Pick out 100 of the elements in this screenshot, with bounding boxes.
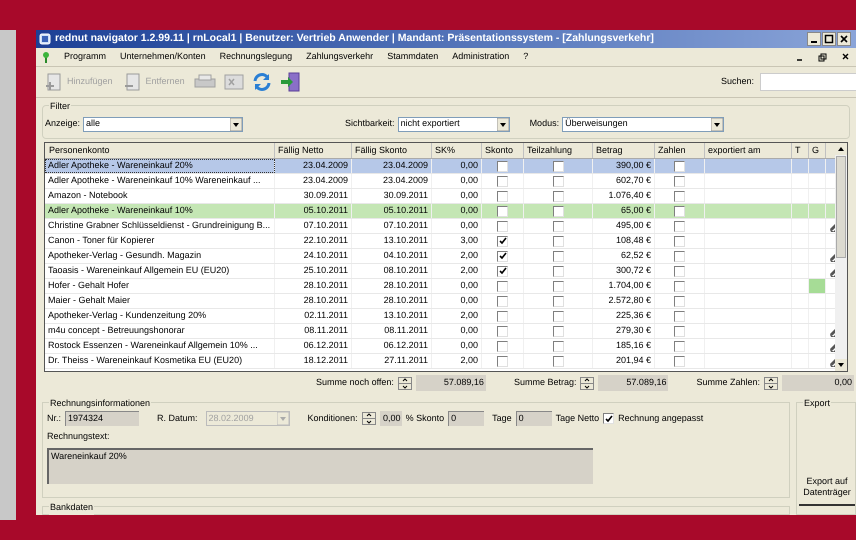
table-row[interactable]: m4u concept - Betreuungshonorar 08.11.2011 08.11.2011 0,00 279,30 € bbox=[45, 324, 835, 339]
table-row[interactable]: Adler Apotheke - Wareneinkauf 20% 23.04.2009 23.04.2009 0,00 390,00 € bbox=[45, 159, 835, 174]
checkbox[interactable] bbox=[674, 176, 685, 186]
dropdown[interactable]: alle bbox=[83, 116, 244, 132]
search-field[interactable] bbox=[760, 73, 856, 91]
days-field[interactable]: 0 bbox=[448, 411, 484, 426]
checkbox[interactable] bbox=[497, 340, 508, 352]
table-row[interactable]: Apotheker-Verlag - Kundenzeitung 20% 02.11.2011 13.10.2011 2,00 225,36 € bbox=[45, 309, 835, 324]
table-row[interactable]: Dr. Theiss - Wareneinkauf Kosmetika EU (EU20) 18.12.2011 27.11.2011 2,00 201,94 € bbox=[45, 354, 835, 369]
column-header[interactable]: Fällig Netto bbox=[275, 143, 352, 158]
spinner-icon[interactable] bbox=[580, 376, 594, 390]
close-icon[interactable] bbox=[841, 52, 850, 62]
spinner-icon[interactable] bbox=[398, 376, 412, 390]
table-row[interactable]: Hofer - Gehalt Hofer 28.10.2011 28.10.2011 0,00 1.704,00 € bbox=[45, 279, 835, 294]
spreadsheet-icon[interactable] bbox=[222, 72, 245, 92]
days-field[interactable]: 0 bbox=[516, 411, 552, 426]
checkbox[interactable] bbox=[674, 206, 685, 216]
checkbox[interactable] bbox=[552, 356, 564, 366]
table-row[interactable]: Rostock Essenzen - Wareneinkauf Allgemein 10% ... 06.12.2011 06.12.2011 0,00 185,16 € bbox=[45, 339, 835, 354]
column-header[interactable]: Betrag bbox=[593, 143, 655, 158]
checkbox[interactable] bbox=[674, 296, 685, 306]
dropdown-arrow-icon[interactable] bbox=[711, 118, 724, 130]
menu-item[interactable]: Rechnungslegung bbox=[220, 50, 292, 64]
column-header[interactable]: SK% bbox=[432, 143, 482, 158]
restore-icon[interactable] bbox=[818, 52, 827, 62]
checkbox[interactable] bbox=[552, 266, 564, 276]
column-header[interactable]: Teilzahlung bbox=[524, 143, 593, 158]
checkbox[interactable] bbox=[674, 236, 685, 246]
checkbox[interactable] bbox=[674, 160, 685, 172]
scrollbar[interactable] bbox=[835, 143, 847, 371]
checkbox[interactable] bbox=[674, 220, 685, 232]
column-header[interactable]: Fällig Skonto bbox=[352, 143, 432, 158]
checkbox[interactable] bbox=[552, 280, 564, 292]
checkbox[interactable] bbox=[497, 310, 508, 322]
checkbox[interactable] bbox=[674, 250, 685, 262]
checkbox[interactable] bbox=[497, 266, 508, 276]
checkbox[interactable] bbox=[674, 280, 685, 292]
checkbox[interactable] bbox=[497, 220, 508, 232]
checkbox[interactable] bbox=[497, 206, 508, 216]
checkbox[interactable] bbox=[497, 326, 508, 336]
exit-door-icon[interactable] bbox=[278, 71, 301, 93]
conditions-field[interactable]: 0,00 bbox=[380, 411, 402, 426]
checkbox[interactable] bbox=[497, 190, 508, 202]
column-header[interactable]: exportiert am bbox=[705, 143, 792, 158]
checkbox[interactable] bbox=[552, 236, 564, 246]
checkbox[interactable] bbox=[674, 190, 685, 202]
checkbox[interactable] bbox=[674, 266, 685, 276]
text-area[interactable]: Wareneinkauf 20% bbox=[47, 448, 593, 484]
table-row[interactable]: Adler Apotheke - Wareneinkauf 10% 05.10.2011 05.10.2011 0,00 65,00 € bbox=[45, 204, 835, 219]
checkbox[interactable] bbox=[552, 160, 564, 172]
checkbox[interactable] bbox=[497, 176, 508, 186]
table-row[interactable]: Apotheker-Verlag - Gesundh. Magazin 24.10.2011 04.10.2011 2,00 62,52 € bbox=[45, 249, 835, 264]
scroll-up-icon[interactable] bbox=[835, 143, 847, 155]
checkbox[interactable] bbox=[674, 340, 685, 352]
table-row[interactable]: Maier - Gehalt Maier 28.10.2011 28.10.2011 0,00 2.572,80 € bbox=[45, 294, 835, 309]
checkbox[interactable] bbox=[497, 356, 508, 366]
minimize-icon[interactable] bbox=[807, 32, 821, 46]
menu-item[interactable]: Zahlungsverkehr bbox=[306, 50, 374, 64]
checkbox[interactable] bbox=[552, 190, 564, 202]
table-row[interactable]: Amazon - Notebook 30.09.2011 30.09.2011 0,00 1.076,40 € bbox=[45, 189, 835, 204]
checkbox[interactable] bbox=[603, 413, 614, 424]
checkbox[interactable] bbox=[674, 326, 685, 336]
spinner-icon[interactable] bbox=[362, 412, 376, 425]
checkbox[interactable] bbox=[552, 326, 564, 336]
checkbox[interactable] bbox=[552, 220, 564, 232]
column-header[interactable]: Zahlen bbox=[655, 143, 705, 158]
table-row[interactable]: Canon - Toner für Kopierer 22.10.2011 13.10.2011 3,00 108,48 € bbox=[45, 234, 835, 249]
checkbox[interactable] bbox=[674, 310, 685, 322]
checkbox[interactable] bbox=[497, 236, 508, 246]
column-header[interactable]: T bbox=[792, 143, 809, 158]
column-header[interactable]: Skonto bbox=[482, 143, 524, 158]
table-row[interactable]: Taoasis - Wareneinkauf Allgemein EU (EU20) 25.10.2011 08.10.2011 2,00 300,72 € bbox=[45, 264, 835, 279]
checkbox[interactable] bbox=[497, 160, 508, 172]
refresh-icon[interactable] bbox=[250, 71, 273, 93]
dropdown[interactable]: Überweisungen bbox=[562, 116, 724, 132]
maximize-icon[interactable] bbox=[822, 32, 836, 46]
checkbox[interactable] bbox=[497, 296, 508, 306]
menu-item[interactable]: ? bbox=[523, 50, 528, 64]
table-row[interactable]: Christine Grabner Schlüsseldienst - Grundreinigung B... 07.10.2011 07.10.2011 0,00 495,00 € bbox=[45, 219, 835, 234]
checkbox[interactable] bbox=[552, 310, 564, 322]
checkbox[interactable] bbox=[497, 280, 508, 292]
number-field[interactable]: 1974324 bbox=[65, 411, 140, 426]
menu-item[interactable]: Administration bbox=[452, 50, 510, 64]
spinner-icon[interactable] bbox=[764, 376, 778, 390]
scroll-down-icon[interactable] bbox=[835, 359, 847, 371]
menu-item[interactable]: Unternehmen/Konten bbox=[120, 50, 206, 64]
dropdown-arrow-icon[interactable] bbox=[230, 118, 242, 130]
checkbox[interactable] bbox=[552, 250, 564, 262]
menu-item[interactable]: Stammdaten bbox=[387, 50, 438, 64]
dropdown[interactable]: nicht exportiert bbox=[398, 116, 510, 132]
checkbox[interactable] bbox=[674, 356, 685, 366]
column-header[interactable]: G bbox=[809, 143, 826, 158]
checkbox[interactable] bbox=[497, 250, 508, 262]
checkbox[interactable] bbox=[552, 340, 564, 352]
column-header[interactable]: Personenkonto bbox=[45, 143, 275, 158]
table-row[interactable]: Adler Apotheke - Wareneinkauf 10% Wareneinkauf ... 23.04.2009 23.04.2009 0,00 602,70 € bbox=[45, 174, 835, 189]
checkbox[interactable] bbox=[552, 206, 564, 216]
menu-item[interactable]: Programm bbox=[64, 50, 106, 64]
dropdown-arrow-icon[interactable] bbox=[496, 118, 509, 130]
checkbox[interactable] bbox=[552, 176, 564, 186]
